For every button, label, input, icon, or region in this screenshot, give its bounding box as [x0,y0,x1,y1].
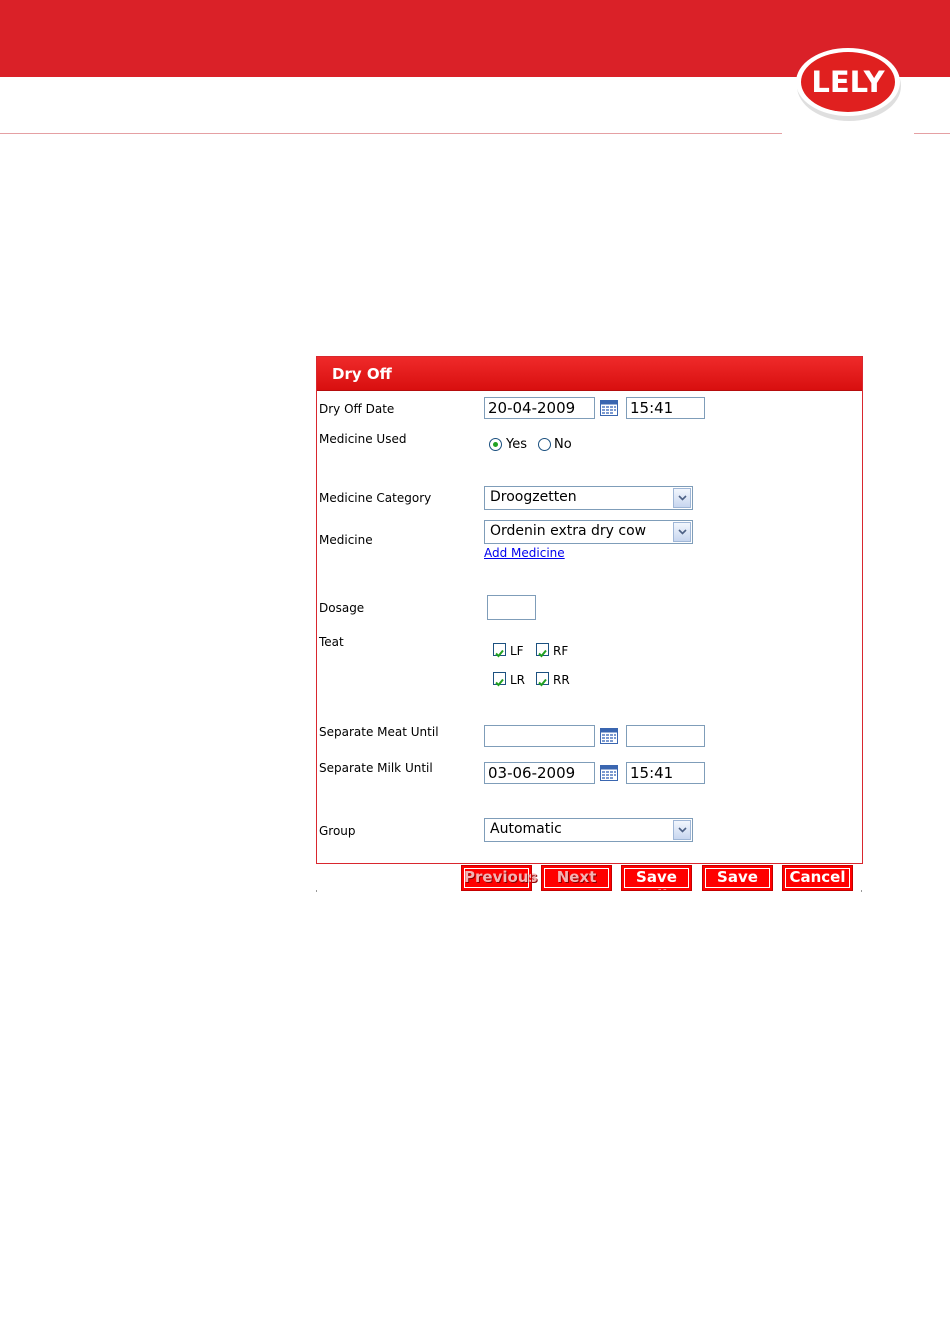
group-label: Group [319,824,356,838]
separate-milk-time-input[interactable]: 15:41 [626,762,705,784]
teat-rr-label: RR [553,673,570,687]
next-button[interactable]: Next [541,865,612,891]
medicine-used-label: Medicine Used [319,432,407,446]
dry-off-date-input[interactable]: 20-04-2009 [484,397,595,419]
calendar-icon[interactable] [600,400,618,416]
checkbox-check-icon [538,678,547,687]
teat-label: Teat [319,635,344,649]
save-button[interactable]: Save [702,865,773,891]
separate-milk-date-input[interactable]: 03-06-2009 [484,762,595,784]
dropdown-arrow-icon[interactable] [673,488,691,508]
medicine-category-label: Medicine Category [319,491,432,505]
separate-meat-date-input[interactable] [484,725,595,747]
checkbox-check-icon [495,649,504,658]
teat-lf-checkbox[interactable] [493,643,506,658]
calendar-icon[interactable] [600,728,618,744]
header-divider [0,133,782,134]
teat-rf-label: RF [553,644,569,658]
panel-header: Dry Off [317,357,862,391]
separate-milk-until-label: Separate Milk Until [319,761,433,775]
medicine-category-value: Droogzetten [490,489,577,505]
calendar-icon[interactable] [600,765,618,781]
medicine-used-no-radio[interactable] [538,438,551,451]
dry-off-panel: Dry Off Dry Off Date 20-04-2009 15:41 Me… [316,356,863,864]
dosage-input[interactable] [487,595,536,620]
dry-off-date-label: Dry Off Date [319,402,395,416]
group-value: Automatic [490,821,562,837]
dosage-label: Dosage [319,601,365,615]
medicine-used-yes-radio[interactable] [489,438,502,451]
medicine-label: Medicine [319,533,373,547]
group-select[interactable]: Automatic [484,818,693,842]
panel-corner-mark [861,890,862,892]
dry-off-time-input[interactable]: 15:41 [626,397,705,419]
panel-corner-mark [316,890,317,892]
teat-rf-checkbox[interactable] [536,643,549,658]
separate-meat-until-label: Separate Meat Until [319,725,439,739]
header-divider-right [914,133,950,134]
radio-dot-icon [493,442,498,447]
previous-button[interactable]: Previous [461,865,537,891]
checkbox-check-icon [538,649,547,658]
separate-meat-time-input[interactable] [626,725,705,747]
dropdown-arrow-icon[interactable] [673,820,691,840]
dropdown-arrow-icon[interactable] [673,522,691,542]
medicine-used-no-label: No [554,437,572,452]
lely-logo: LELY [796,48,901,121]
panel-title: Dry Off [332,365,392,383]
medicine-value: Ordenin extra dry cow [490,523,647,539]
teat-rr-checkbox[interactable] [536,672,549,687]
svg-text:LELY: LELY [811,65,885,99]
medicine-used-yes-label: Yes [506,437,527,452]
teat-lf-label: LF [510,644,524,658]
medicine-category-select[interactable]: Droogzetten [484,486,693,510]
medicine-select[interactable]: Ordenin extra dry cow [484,520,693,544]
checkbox-check-icon [495,678,504,687]
teat-lr-label: LR [510,673,526,687]
cancel-button[interactable]: Cancel [782,865,853,891]
teat-lr-checkbox[interactable] [493,672,506,687]
add-medicine-link[interactable]: Add Medicine [484,546,565,560]
save-all-button[interactable]: Save All [621,865,692,905]
